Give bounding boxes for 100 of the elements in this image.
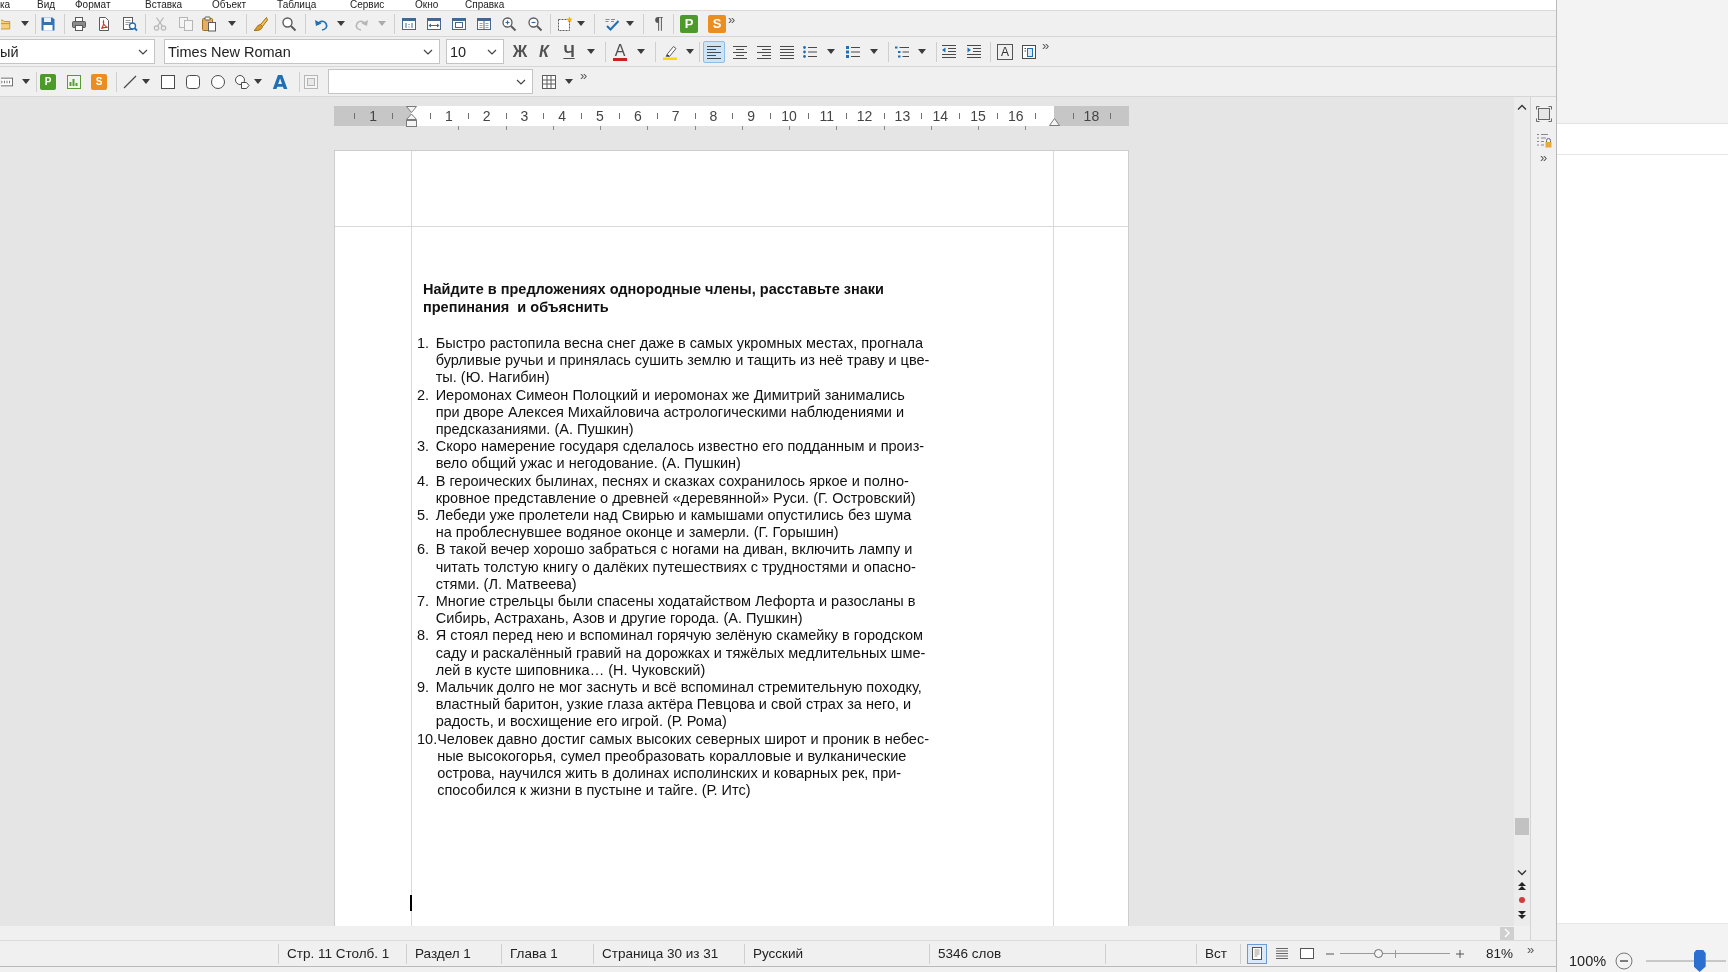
caret-icon[interactable] [827, 49, 835, 54]
font-color-button[interactable]: A [609, 40, 631, 63]
list-item-text: Многие стрельцы были спасены ходатайством Лефорта и разосланы в Сибирь, Астрахань, Азов и другие города. (А. Пушкин) [435, 593, 916, 628]
italic-button[interactable]: К [533, 40, 555, 63]
more-button[interactable]: » [1527, 943, 1535, 956]
caret-icon[interactable] [516, 78, 526, 85]
zoom-out-icon[interactable] [1615, 952, 1634, 970]
caret-icon[interactable] [587, 49, 595, 54]
ruler-number: 13 [893, 108, 912, 124]
caret-icon[interactable] [870, 49, 878, 54]
caret-icon[interactable] [423, 48, 433, 55]
vertical-scrollbar[interactable] [1514, 97, 1530, 926]
list-number: 10. [417, 730, 438, 749]
ruler-number: 3 [519, 108, 530, 124]
font-name-field[interactable]: Times New Roman [164, 39, 440, 64]
menu-item[interactable]: Объект [212, 0, 277, 10]
properties-icon[interactable] [1535, 106, 1552, 122]
extension-button[interactable]: P [40, 73, 56, 90]
text-cursor [410, 895, 412, 912]
menu-item[interactable]: Вид [37, 0, 75, 10]
menu-item[interactable]: Сервис [350, 0, 415, 10]
caret-icon[interactable] [626, 21, 634, 26]
caret-icon[interactable] [138, 48, 148, 55]
caret-icon[interactable] [565, 79, 573, 84]
list-with-lock-icon[interactable] [1535, 132, 1552, 148]
list-number: 6. [417, 541, 431, 560]
caret-icon[interactable] [686, 49, 694, 54]
language-label: Русский [753, 946, 804, 961]
ruler-number: 2 [481, 108, 492, 124]
more-button[interactable]: » [1539, 151, 1548, 164]
formatting-marks-button[interactable]: ¶ [652, 12, 666, 35]
chevron-down-icon[interactable] [1517, 870, 1527, 876]
section-label: Раздел 1 [415, 946, 471, 961]
caret-icon[interactable] [142, 79, 150, 84]
bold-button[interactable]: Ж [509, 40, 531, 63]
font-size-field[interactable]: 10 [446, 39, 504, 64]
list-number: 7. [417, 593, 431, 612]
more-button[interactable]: » [580, 69, 588, 83]
paragraph-style-field[interactable]: ый [0, 39, 155, 64]
ruler-number: 4 [557, 108, 568, 124]
caret-icon[interactable] [228, 21, 236, 26]
ruler-number: 16 [1007, 108, 1025, 124]
fontwork-button[interactable]: A [269, 70, 291, 93]
list-number: 9. [417, 679, 431, 698]
ruler-number: 6 [632, 108, 643, 124]
caret-icon[interactable] [487, 48, 497, 55]
ruler-number: 15 [969, 108, 987, 124]
menu-item[interactable]: Окно [415, 0, 465, 10]
ruler-number: 14 [931, 108, 949, 124]
list-number: 2. [417, 386, 431, 405]
ruler-number: 8 [708, 108, 719, 124]
caret-icon[interactable] [254, 79, 262, 84]
ruler-number: 1 [368, 108, 379, 124]
ruler-number: 1 [443, 108, 454, 124]
caret-icon[interactable] [637, 49, 645, 54]
list-item-text: Быстро растопила весна снег даже в самых укромных местах, прогнала бурливые ручьи и принялась сушить землю и тащить из неё траву и цве- ты. (Ю. Нагибин) [435, 335, 930, 387]
menu-item[interactable]: Таблица [277, 0, 350, 10]
list-number: 8. [417, 627, 431, 646]
caret-icon[interactable] [918, 49, 926, 54]
caret-icon[interactable] [577, 21, 585, 26]
style-field[interactable] [328, 69, 533, 94]
menu-item[interactable]: ка [0, 0, 37, 10]
caret-icon[interactable] [337, 21, 345, 26]
navigation-dot-icon[interactable] [1519, 897, 1525, 903]
list-number: 1. [417, 335, 431, 353]
menu-item[interactable]: Формат [75, 0, 145, 10]
list-item-text: Иеромонах Симеон Полоцкий и иеромонах же Димитрий занимались при дворе Алексея Михайловича астрологическими наблюдениями и предсказаниями. (А. Пушкин) [435, 386, 905, 439]
menu-item[interactable]: Вставка [145, 0, 212, 10]
extension-button[interactable]: P [680, 14, 698, 33]
slider-thumb[interactable] [1374, 949, 1383, 958]
plus-icon[interactable] [1456, 949, 1464, 958]
slider-thumb[interactable] [1693, 950, 1706, 972]
list-number: 3. [417, 438, 431, 457]
chevron-up-icon[interactable] [1517, 104, 1527, 110]
list-item-text: Скоро намерение государя сделалось известно его подданным и произ- вело общий ужас и негодование. (А. Пушкин) [435, 438, 925, 473]
insert-mode-label: Вст [1205, 946, 1227, 961]
ruler-number: 18 [1082, 108, 1101, 124]
ruler-number: 7 [670, 108, 681, 124]
ruler-number: 11 [818, 108, 836, 124]
menu-item[interactable]: Справка [465, 0, 525, 10]
more-button[interactable]: » [1042, 39, 1050, 53]
list-item-text: Лебеди уже пролетели над Свирью и камышами опустились без шума на проблеснувшее водяное оконце и замерли. (Г. Горышин) [435, 507, 912, 542]
caret-icon[interactable] [22, 79, 30, 84]
ruler-number: 10 [780, 108, 798, 124]
list-item-text: Я стоял перед нею и вспоминал горячую зелёную скамейку в городском саду и раскалённый гравий на дорожках и тяжёлых медлительных шме- лей в кусте шиповника… (Н. Чуковский) [435, 627, 926, 680]
scrollbar-thumb[interactable] [1515, 818, 1529, 835]
indent-marker-icon[interactable] [405, 106, 417, 127]
underline-button[interactable]: Ч [558, 40, 580, 63]
double-arrow-up-icon[interactable] [1518, 882, 1526, 890]
zoom-level-label[interactable]: 81% [1486, 946, 1514, 961]
list-number: 5. [417, 507, 431, 526]
double-arrow-down-icon[interactable] [1518, 911, 1526, 919]
ruler-number: 12 [855, 108, 874, 124]
list-number: 4. [417, 472, 431, 491]
more-button[interactable]: » [728, 13, 736, 27]
indent-marker-icon[interactable] [1048, 118, 1060, 126]
caret-icon[interactable] [21, 21, 29, 26]
chapter-label: Глава 1 [510, 946, 558, 961]
list-item-text: В такой вечер хорошо забраться с ногами на диван, включить лампу и читать толстую книгу о далёких путешествиях с трудностями и опасно- стями. (Л. Матвеева) [435, 541, 916, 594]
ruler-number: 9 [746, 108, 757, 124]
